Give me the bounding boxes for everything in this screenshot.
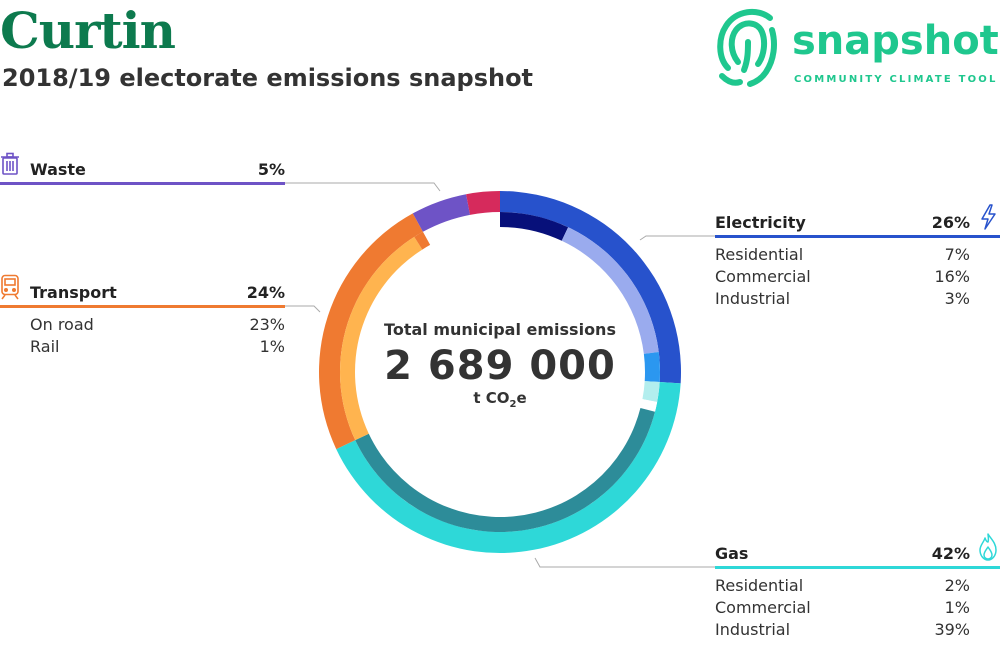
- sub-row-on-road: On road 23%: [30, 315, 285, 334]
- sector-electricity[interactable]: Electricity 26% Residential 7% Commercial…: [715, 209, 1000, 309]
- sector-percent: 42%: [931, 544, 970, 563]
- center-unit: t CO2e: [360, 389, 640, 410]
- sub-row-residential: Residential 2%: [715, 576, 970, 595]
- sector-rule: [0, 182, 285, 185]
- sector-waste[interactable]: Waste 5%: [0, 156, 285, 185]
- outer-slice-waste: [412, 194, 471, 232]
- inner-slice-gas-residential: [642, 381, 660, 402]
- center-label: Total municipal emissions: [384, 320, 616, 339]
- inner-slice-electricity-industrial: [643, 351, 660, 383]
- sector-name: Transport: [30, 283, 117, 302]
- sector-transport[interactable]: Transport 24% On road 23% Rail 1%: [0, 279, 285, 357]
- lightning-icon: [978, 204, 1000, 230]
- sub-row-rail: Rail 1%: [30, 337, 285, 356]
- sector-name: Electricity: [715, 213, 806, 232]
- center-value: 2 689 000: [384, 343, 616, 389]
- sector-percent: 26%: [931, 213, 970, 232]
- sector-gas[interactable]: Gas 42% Residential 2% Commercial 1% Indus…: [715, 540, 1000, 640]
- sector-rule: [715, 566, 1000, 569]
- sector-percent: 24%: [246, 283, 285, 302]
- sub-row-commercial: Commercial 16%: [715, 267, 970, 286]
- sector-name: Gas: [715, 544, 749, 563]
- unit-suffix: e: [516, 389, 527, 407]
- center-total: Total municipal emissions 2 689 000 t CO…: [360, 320, 640, 410]
- sector-rule: [715, 235, 1000, 238]
- unit-prefix: t CO: [473, 389, 510, 407]
- sector-name: Waste: [30, 160, 86, 179]
- sector-rule: [0, 305, 285, 308]
- flame-icon: [978, 533, 1000, 561]
- outer-slice-other: [466, 191, 500, 215]
- sector-percent: 5%: [257, 160, 285, 179]
- sub-row-industrial: Industrial 3%: [715, 289, 970, 308]
- sub-row-commercial: Commercial 1%: [715, 598, 970, 617]
- sub-row-residential: Residential 7%: [715, 245, 970, 264]
- sub-row-industrial: Industrial 39%: [715, 620, 970, 639]
